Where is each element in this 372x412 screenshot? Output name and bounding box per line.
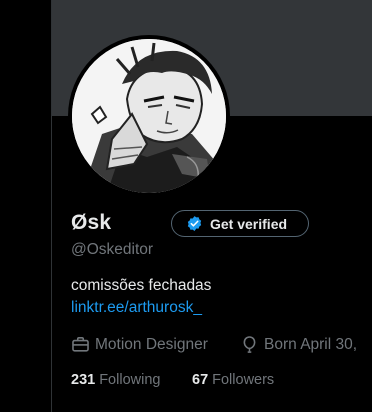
avatar-frame <box>68 35 230 197</box>
followers-link[interactable]: 67 Followers <box>192 372 274 388</box>
following-link[interactable]: 231 Following <box>71 372 160 388</box>
profession-item: Motion Designer <box>71 335 208 354</box>
left-sidebar <box>0 0 52 412</box>
following-label: Following <box>99 372 161 388</box>
birthday-item: Born April 30, <box>240 335 357 354</box>
profile-website-link[interactable]: linktr.ee/arthurosk_ <box>71 299 202 317</box>
balloon-icon <box>243 336 256 353</box>
profile-page: Øsk Get verified @Oskeditor comissões fe… <box>0 0 372 412</box>
profile-bio: comissões fechadas <box>71 277 212 294</box>
followers-label: Followers <box>212 372 275 388</box>
followers-count: 67 <box>192 372 209 388</box>
get-verified-label: Get verified <box>210 215 288 232</box>
get-verified-button[interactable]: Get verified <box>171 210 309 237</box>
display-name: Øsk <box>71 211 112 234</box>
user-handle: @Oskeditor <box>71 241 154 258</box>
profession-text: Motion Designer <box>95 335 208 353</box>
following-count: 231 <box>71 372 96 388</box>
born-text: Born April 30, <box>264 335 358 353</box>
briefcase-icon <box>72 336 89 352</box>
verified-badge-icon <box>187 216 202 231</box>
avatar[interactable] <box>72 39 226 193</box>
